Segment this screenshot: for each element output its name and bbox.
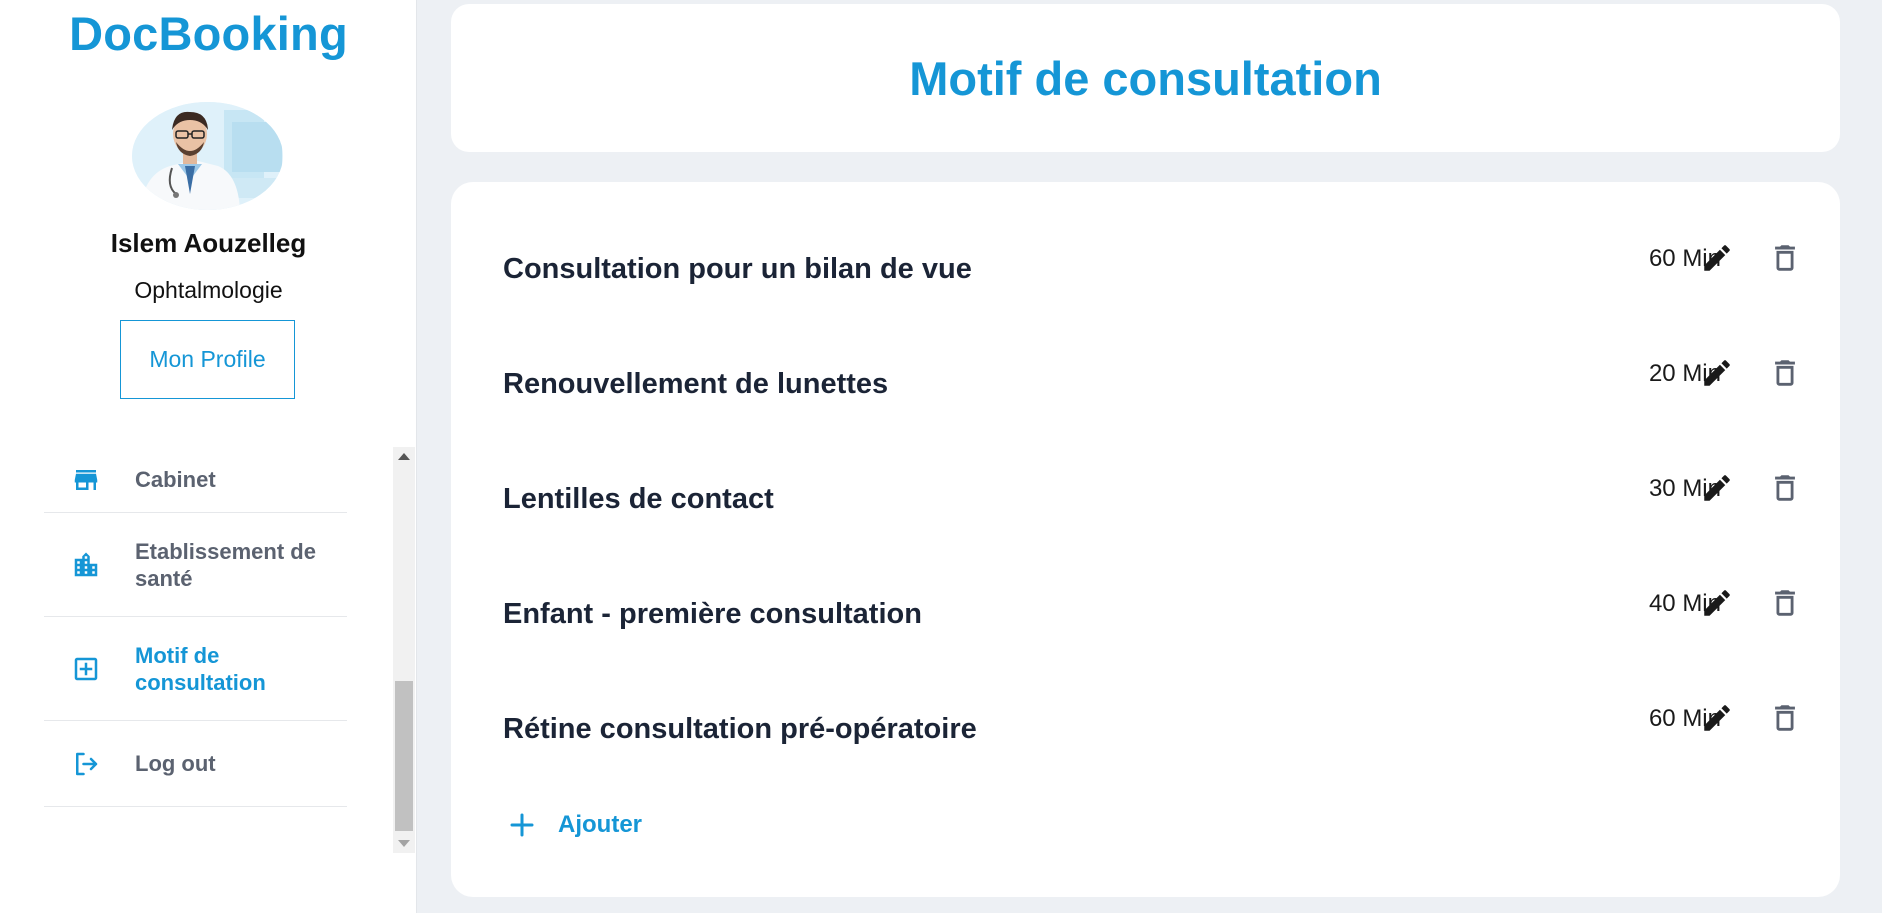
delete-icon[interactable]	[1768, 356, 1802, 390]
sidebar: DocBooking Islem Aouzelleg Ophtalmologie…	[0, 0, 417, 913]
sidebar-item-label: Etablissement de santé	[135, 538, 316, 591]
sidebar-scrollbar[interactable]	[393, 447, 415, 853]
plus-icon	[510, 813, 534, 837]
add-button[interactable]: Ajouter	[507, 810, 642, 840]
list-item: Rétine consultation pré-opératoire 60 Mi…	[451, 657, 1840, 772]
sidebar-item-label: Log out	[135, 751, 216, 776]
edit-icon[interactable]	[1700, 701, 1734, 735]
motif-list: Consultation pour un bilan de vue 60 Min…	[451, 182, 1840, 897]
edit-icon[interactable]	[1700, 471, 1734, 505]
page-header: Motif de consultation	[451, 4, 1840, 152]
page-title: Motif de consultation	[909, 52, 1382, 105]
doctor-specialty: Ophtalmologie	[134, 277, 283, 303]
logout-icon	[76, 752, 98, 775]
list-item: Renouvellement de lunettes 20 Min	[451, 312, 1840, 427]
edit-icon[interactable]	[1700, 356, 1734, 390]
store-icon	[74, 469, 98, 490]
sidebar-nav: Cabinet Etablissement de santé Motif de …	[44, 447, 347, 853]
delete-icon[interactable]	[1768, 471, 1802, 505]
doctor-name: Islem Aouzelleg	[110, 228, 307, 258]
delete-icon[interactable]	[1768, 586, 1802, 620]
motif-title: Enfant - première consultation	[503, 598, 922, 630]
scroll-thumb[interactable]	[395, 681, 413, 831]
list-item: Lentilles de contact 30 Min	[451, 427, 1840, 542]
edit-icon[interactable]	[1700, 241, 1734, 275]
brand-logo[interactable]: DocBooking	[0, 6, 417, 61]
scroll-up-icon[interactable]	[398, 453, 410, 460]
list-item: Enfant - première consultation 40 Min	[451, 542, 1840, 657]
sidebar-item-etablissement[interactable]: Etablissement de santé	[44, 513, 347, 617]
avatar	[132, 102, 283, 210]
list-item: Consultation pour un bilan de vue 60 Min	[451, 197, 1840, 312]
edit-icon[interactable]	[1700, 586, 1734, 620]
delete-icon[interactable]	[1768, 241, 1802, 275]
doctor-photo	[132, 102, 283, 210]
sidebar-item-motif[interactable]: Motif de consultation	[44, 617, 347, 721]
sidebar-item-label: Motif de consultation	[135, 642, 266, 695]
building-icon	[74, 552, 98, 576]
delete-icon[interactable]	[1768, 701, 1802, 735]
sidebar-item-cabinet[interactable]: Cabinet	[44, 447, 347, 513]
add-button-label: Ajouter	[558, 811, 642, 838]
sidebar-item-label: Cabinet	[135, 467, 216, 492]
motif-title: Renouvellement de lunettes	[503, 368, 889, 400]
motif-title: Consultation pour un bilan de vue	[503, 253, 972, 285]
profile-button[interactable]: Mon Profile	[120, 320, 295, 399]
scroll-down-icon[interactable]	[398, 840, 410, 847]
sidebar-item-logout[interactable]: Log out	[44, 721, 347, 807]
motif-title: Rétine consultation pré-opératoire	[503, 713, 977, 745]
plus-box-icon	[74, 657, 98, 680]
motif-title: Lentilles de contact	[503, 483, 774, 515]
